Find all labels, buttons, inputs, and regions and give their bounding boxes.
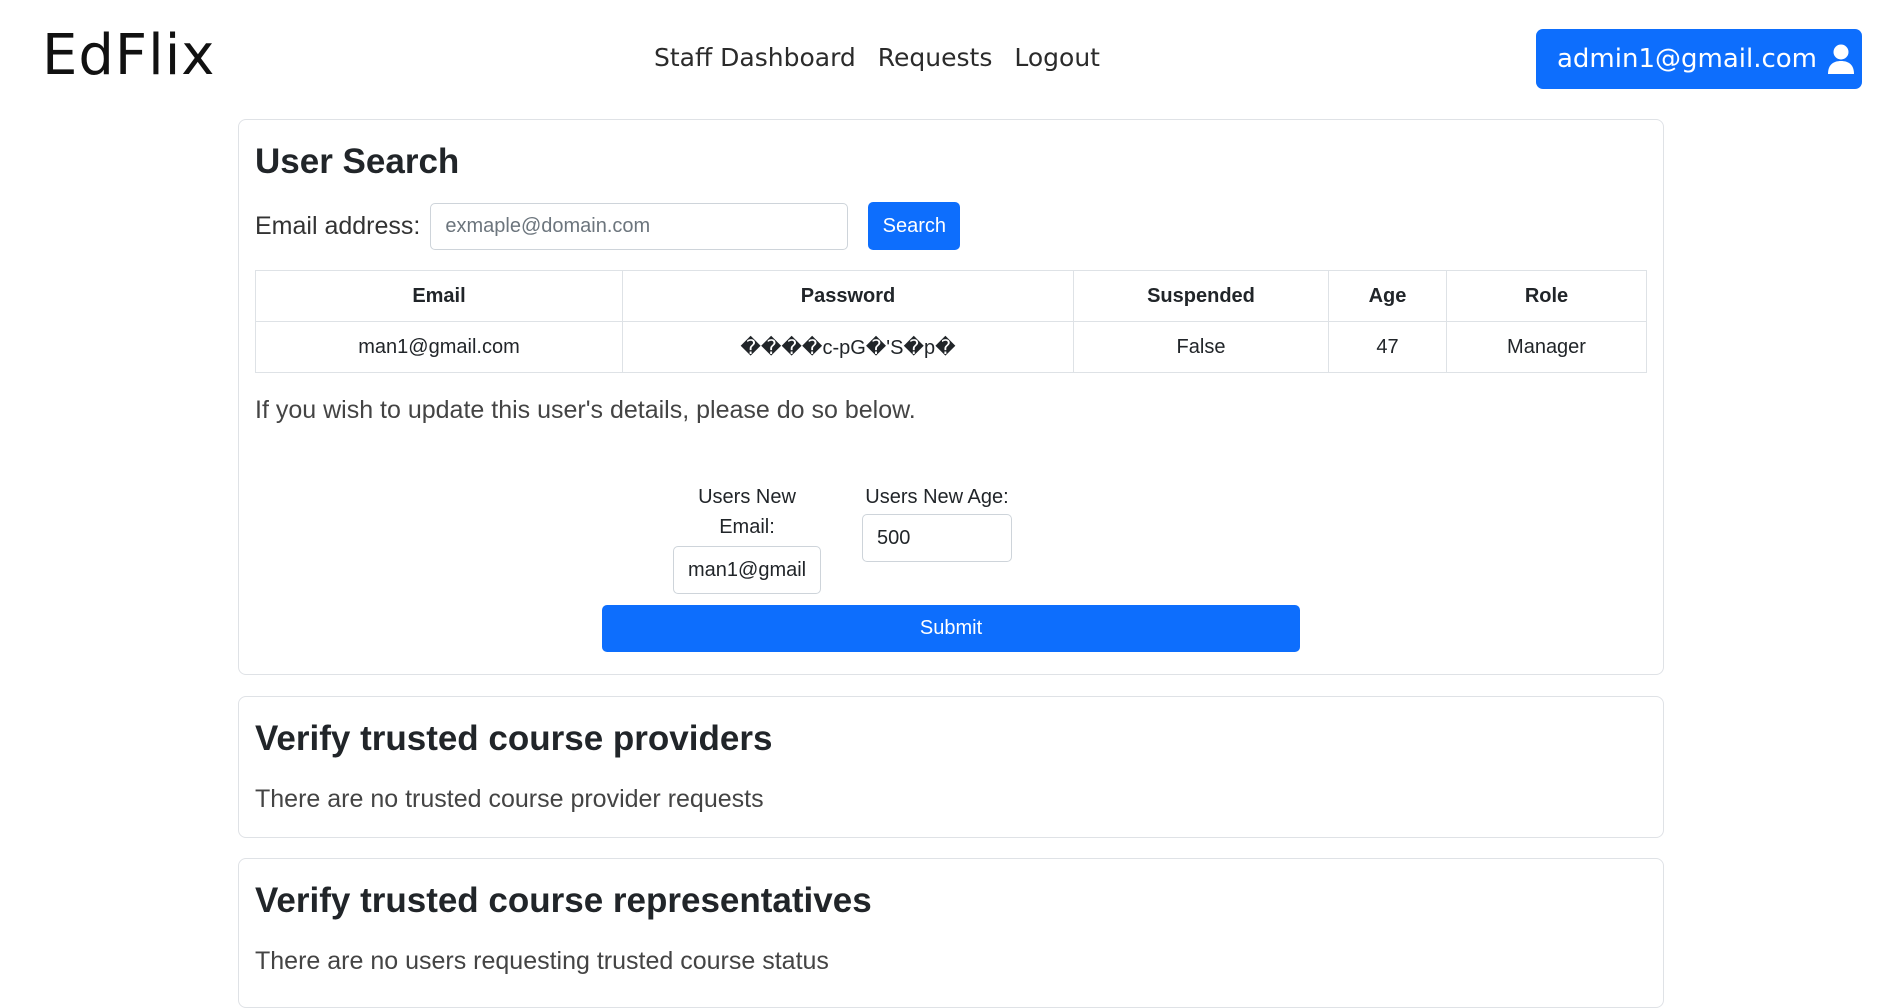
- new-email-label: Users New Email:: [698, 486, 796, 538]
- cell-password: ����c-pG�'S�p�: [622, 321, 1074, 373]
- new-age-field-group: Users New Age:: [862, 482, 1012, 562]
- email-address-label: Email address:: [255, 211, 421, 240]
- nav-link-logout[interactable]: Logout: [1014, 40, 1100, 76]
- new-age-input[interactable]: [862, 514, 1012, 562]
- new-email-input[interactable]: [673, 546, 821, 594]
- cell-role: Manager: [1446, 321, 1647, 373]
- user-search-card: User Search Email address: Search Email …: [238, 119, 1664, 675]
- header-suspended: Suspended: [1073, 270, 1329, 322]
- update-instructions: If you wish to update this user's detail…: [255, 396, 916, 424]
- user-account-button[interactable]: admin1@gmail.com: [1536, 29, 1862, 89]
- email-search-input[interactable]: [430, 202, 849, 250]
- person-icon: [1827, 44, 1855, 74]
- user-email-label: admin1@gmail.com: [1557, 44, 1818, 74]
- header-password: Password: [622, 270, 1074, 322]
- search-row: Email address: Search: [255, 202, 961, 250]
- brand-logo[interactable]: EdFlix: [42, 24, 215, 88]
- user-search-title: User Search: [255, 142, 460, 181]
- table-row: man1@gmail.com ����c-pG�'S�p� False 47 M…: [255, 321, 1647, 373]
- navbar: EdFlix Staff Dashboard Requests Logout a…: [0, 0, 1893, 115]
- submit-button[interactable]: Submit: [602, 605, 1300, 652]
- user-results-table: Email Password Suspended Age Role man1@g…: [255, 270, 1647, 373]
- verify-representatives-title: Verify trusted course representatives: [255, 881, 872, 920]
- providers-empty-message: There are no trusted course provider req…: [255, 785, 764, 813]
- new-age-label: Users New Age:: [865, 486, 1009, 508]
- header-role: Role: [1446, 270, 1647, 322]
- search-button[interactable]: Search: [868, 202, 961, 250]
- cell-suspended: False: [1073, 321, 1329, 373]
- verify-providers-title: Verify trusted course providers: [255, 719, 773, 758]
- update-user-form: Users New Email: Users New Age: Submit: [239, 482, 1665, 662]
- verify-providers-card: Verify trusted course providers There ar…: [238, 696, 1664, 838]
- verify-representatives-card: Verify trusted course representatives Th…: [238, 858, 1664, 1008]
- table-header-row: Email Password Suspended Age Role: [255, 270, 1647, 322]
- header-age: Age: [1328, 270, 1447, 322]
- header-email: Email: [255, 270, 623, 322]
- nav-link-staff-dashboard[interactable]: Staff Dashboard: [654, 40, 856, 76]
- nav-link-requests[interactable]: Requests: [878, 40, 993, 76]
- representatives-empty-message: There are no users requesting trusted co…: [255, 947, 829, 975]
- cell-email: man1@gmail.com: [255, 321, 623, 373]
- nav-links: Staff Dashboard Requests Logout: [654, 40, 1100, 76]
- new-email-field-group: Users New Email:: [673, 482, 821, 594]
- cell-age: 47: [1328, 321, 1447, 373]
